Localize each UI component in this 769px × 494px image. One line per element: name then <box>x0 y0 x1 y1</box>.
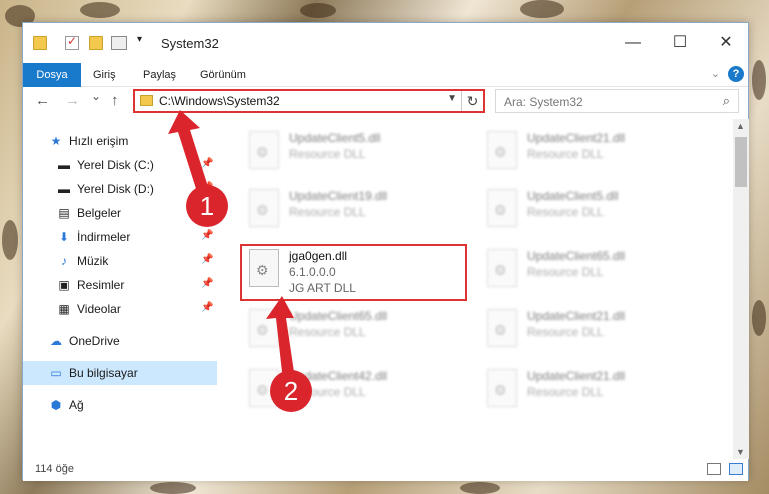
step-1-badge: 1 <box>186 185 228 227</box>
arrow-2 <box>266 296 294 372</box>
annotation-arrows <box>168 110 294 372</box>
arrow-1 <box>168 110 210 195</box>
step-2-badge: 2 <box>270 370 312 412</box>
